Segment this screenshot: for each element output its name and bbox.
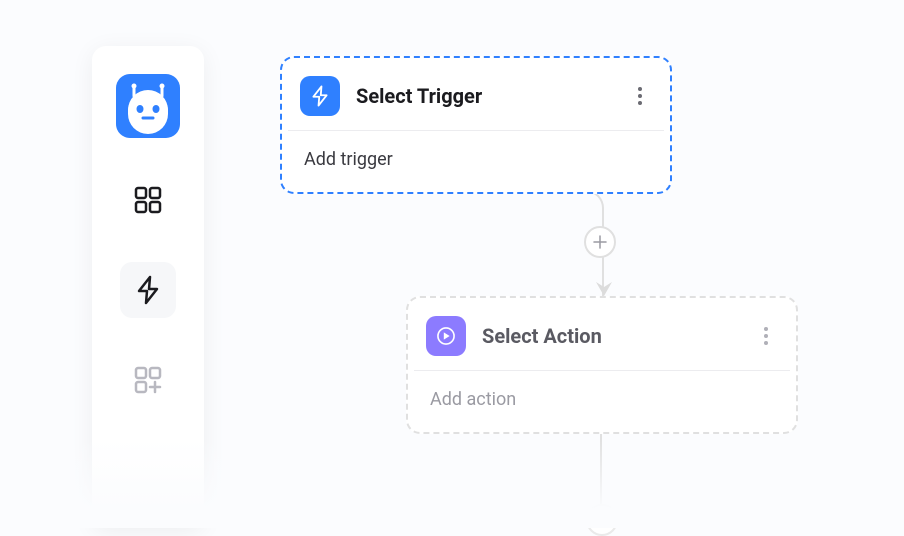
- trigger-icon-tile: [300, 76, 340, 116]
- add-step-button[interactable]: [584, 226, 616, 258]
- sidebar: [92, 46, 204, 528]
- bolt-icon: [309, 85, 331, 107]
- plus-icon: [593, 235, 607, 249]
- flow-canvas: Select Trigger Add trigger Select Action: [280, 56, 900, 528]
- action-icon-tile: [426, 316, 466, 356]
- sidebar-item-integrations[interactable]: [120, 352, 176, 408]
- sidebar-item-automations[interactable]: [120, 262, 176, 318]
- action-header: Select Action: [408, 298, 796, 370]
- app-logo[interactable]: [116, 74, 180, 138]
- action-menu-button[interactable]: [754, 324, 778, 348]
- grid-icon: [133, 185, 163, 215]
- trigger-header: Select Trigger: [282, 58, 670, 130]
- connector-arrow-icon: [596, 282, 612, 296]
- sidebar-item-apps[interactable]: [120, 172, 176, 228]
- dots-vertical-icon: [764, 327, 768, 345]
- add-step-button[interactable]: [586, 504, 618, 536]
- trigger-title: Select Trigger: [356, 84, 628, 108]
- trigger-menu-button[interactable]: [628, 84, 652, 108]
- action-body-button[interactable]: Add action: [408, 371, 796, 432]
- action-node[interactable]: Select Action Add action: [406, 296, 798, 434]
- robot-icon: [116, 74, 180, 138]
- grid-plus-icon: [133, 365, 163, 395]
- dots-vertical-icon: [638, 87, 642, 105]
- bolt-icon: [133, 275, 163, 305]
- action-title: Select Action: [482, 324, 754, 348]
- trigger-node[interactable]: Select Trigger Add trigger: [280, 56, 672, 194]
- trigger-body-button[interactable]: Add trigger: [282, 131, 670, 192]
- play-circle-icon: [435, 325, 457, 347]
- connector: [600, 430, 602, 510]
- plus-icon: [595, 513, 609, 527]
